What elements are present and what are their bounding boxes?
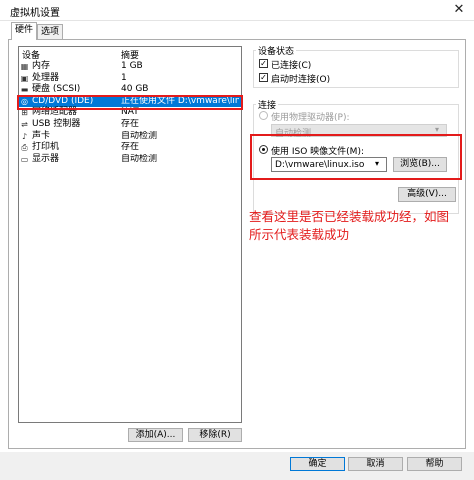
- connect-on-power-on-checkbox[interactable]: ✓: [259, 73, 268, 82]
- remove-device-button[interactable]: 移除(R): [188, 428, 242, 442]
- advanced-button[interactable]: 高级(V)...: [398, 187, 456, 202]
- tab-options[interactable]: 选项: [37, 24, 63, 39]
- device-summary: 40 GB: [121, 84, 149, 95]
- hard-disk-icon: ▬: [20, 85, 29, 95]
- display-icon: ▭: [20, 154, 29, 164]
- device-summary: 1 GB: [121, 61, 143, 71]
- physical-drive-label[interactable]: 使用物理驱动器(P):: [271, 110, 349, 123]
- device-summary: 存在: [121, 119, 140, 129]
- device-name: USB 控制器: [32, 119, 81, 129]
- device-row[interactable]: ⎙ 打印机 存在: [19, 142, 241, 153]
- device-name: 打印机: [32, 142, 60, 153]
- device-summary: 存在: [121, 142, 140, 153]
- device-name: 显示器: [32, 153, 60, 164]
- ok-button[interactable]: 确定: [290, 457, 345, 471]
- device-name: 硬盘 (SCSI): [32, 84, 81, 95]
- tab-hardware[interactable]: 硬件: [11, 22, 37, 40]
- device-name: 内存: [32, 61, 51, 71]
- title-bar: 虚拟机设置 ✕: [0, 0, 474, 21]
- connect-on-power-on-label[interactable]: 启动时连接(O): [271, 72, 330, 85]
- highlight-box-device: [17, 95, 243, 110]
- close-icon[interactable]: ✕: [446, 1, 472, 19]
- cancel-button[interactable]: 取消: [348, 457, 403, 471]
- device-row[interactable]: ♪ 声卡 自动检测: [19, 131, 241, 142]
- device-row[interactable]: ▣ 处理器 1: [19, 73, 241, 84]
- annotation-text: 查看这里是否已经装载成功经，如图 所示代表装载成功: [249, 209, 450, 242]
- device-summary: 自动检测: [121, 130, 158, 141]
- device-status-label: 设备状态: [256, 44, 297, 57]
- device-summary: 自动检测: [121, 153, 158, 164]
- usb-controller-icon: ⇌: [21, 120, 28, 129]
- column-header-summary[interactable]: 摘要: [121, 48, 139, 61]
- printer-icon: ⎙: [21, 143, 28, 153]
- processor-icon: ▣: [20, 73, 29, 83]
- device-name: 声卡: [32, 130, 51, 141]
- highlight-box-iso: [250, 134, 462, 180]
- physical-drive-radio[interactable]: [259, 111, 268, 120]
- device-row[interactable]: ▭ 显示器 自动检测: [19, 154, 241, 165]
- device-name: 处理器: [32, 72, 60, 83]
- connected-label[interactable]: 已连接(C): [271, 58, 311, 71]
- window-title: 虚拟机设置: [10, 8, 60, 19]
- device-row[interactable]: ▦ 内存 1 GB: [19, 61, 241, 72]
- help-button[interactable]: 帮助: [407, 457, 462, 471]
- device-row[interactable]: ▬ 硬盘 (SCSI) 40 GB: [19, 84, 241, 95]
- memory-icon: ▦: [20, 62, 29, 71]
- column-header-device[interactable]: 设备: [22, 48, 40, 61]
- connected-checkbox[interactable]: ✓: [259, 59, 268, 68]
- add-device-button[interactable]: 添加(A)...: [128, 428, 183, 442]
- device-summary: 1: [121, 72, 127, 83]
- sound-card-icon: ♪: [21, 131, 28, 141]
- device-row[interactable]: ⇌ USB 控制器 存在: [19, 119, 241, 130]
- chevron-down-icon: ▾: [435, 125, 440, 134]
